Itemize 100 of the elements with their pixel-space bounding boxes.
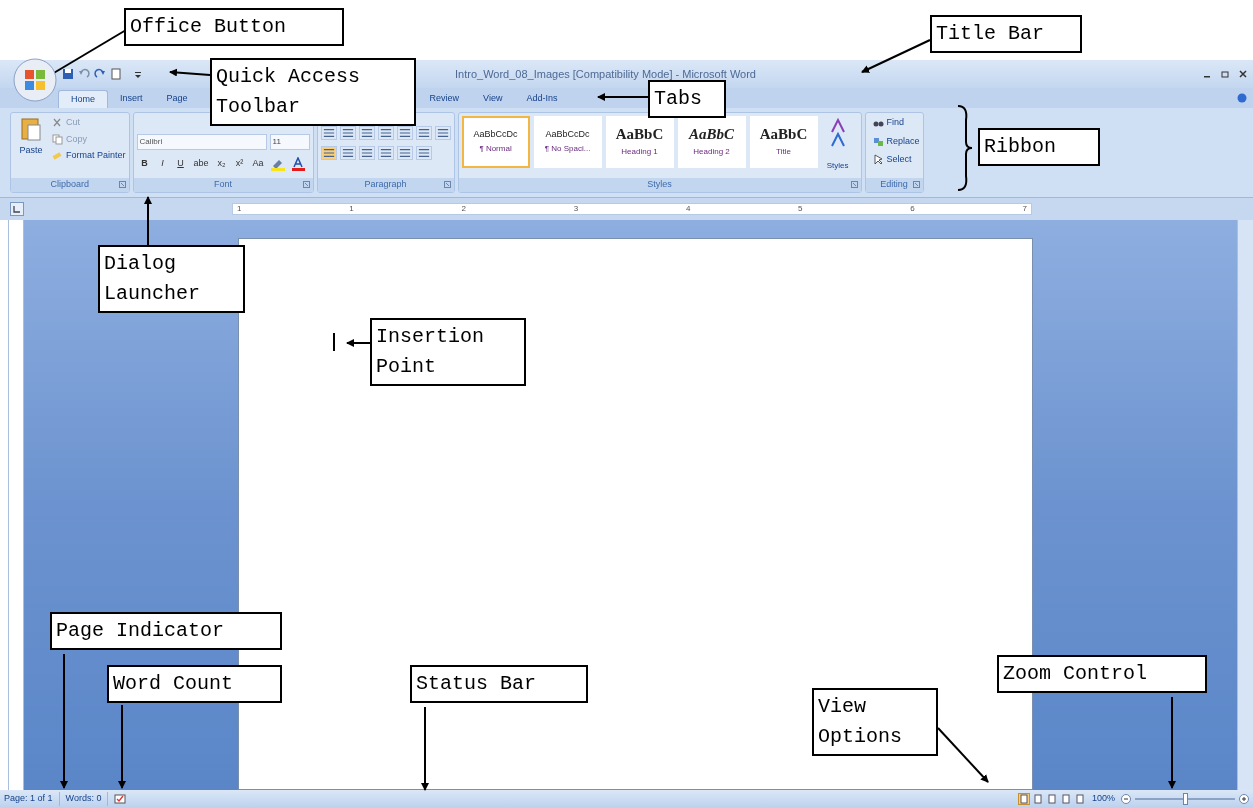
callout-label: Page Indicator xyxy=(50,612,282,650)
style-name: Title xyxy=(776,145,791,158)
callout-label: Ribbon xyxy=(978,128,1100,166)
dialog-launcher-icon[interactable] xyxy=(912,181,920,188)
style-preview: AaBbC xyxy=(615,126,664,142)
callout-label: Tabs xyxy=(648,80,726,118)
style-gallery-item[interactable]: AaBbC Title xyxy=(749,116,818,168)
style-name: Heading 1 xyxy=(621,145,658,158)
page-indicator[interactable]: Page: 1 of 1 xyxy=(4,792,60,806)
vertical-scrollbar[interactable] xyxy=(1237,220,1253,790)
font-color-icon[interactable] xyxy=(290,157,307,171)
ribbon-tab[interactable]: View xyxy=(471,90,515,108)
zoom-level[interactable]: 100% xyxy=(1091,792,1115,806)
ribbon-tab[interactable]: Page xyxy=(154,90,200,108)
redo-icon[interactable] xyxy=(94,68,106,80)
insertion-cursor xyxy=(333,333,335,351)
page-icon[interactable] xyxy=(110,68,122,80)
callout-label: Title Bar xyxy=(930,15,1082,53)
format-button[interactable]: x₂ xyxy=(213,156,230,172)
replace-icon xyxy=(872,135,884,147)
group-label: Font xyxy=(214,178,233,192)
callout-label: Dialog Launcher xyxy=(98,245,245,313)
ruler-number: 4 xyxy=(685,205,691,213)
group-label: Clipboard xyxy=(50,178,90,192)
arrow xyxy=(861,39,931,73)
clipboard-icon xyxy=(20,116,42,142)
arrow xyxy=(169,68,211,77)
callout-label: Office Button xyxy=(124,8,344,46)
style-preview: AaBbC xyxy=(759,126,808,142)
arrow xyxy=(346,339,371,347)
dialog-launcher-icon[interactable] xyxy=(302,181,310,188)
format-button[interactable]: I xyxy=(154,156,171,172)
style-gallery-item[interactable]: AaBbCcDc ¶ No Spaci... xyxy=(533,116,602,168)
find-button[interactable]: Find xyxy=(872,116,920,130)
ruler-number: 5 xyxy=(798,205,803,213)
view-button-icon[interactable] xyxy=(1059,793,1072,805)
style-gallery-item[interactable]: AaBbCcDc ¶ Normal xyxy=(461,116,530,168)
callout-label: Status Bar xyxy=(410,665,588,703)
callout-label: Zoom Control xyxy=(997,655,1207,693)
style-gallery-item[interactable]: AaBbC Heading 1 xyxy=(605,116,674,168)
style-name: ¶ No Spaci... xyxy=(544,142,591,155)
close-icon[interactable] xyxy=(1239,70,1247,78)
paste-button[interactable]: Paste xyxy=(14,116,48,178)
style-preview: AaBbC xyxy=(689,126,735,142)
font-size-field[interactable]: 11 xyxy=(269,134,310,150)
format-button[interactable]: Aa xyxy=(249,156,267,172)
view-button-icon[interactable] xyxy=(1031,793,1044,805)
zoom-in-icon[interactable] xyxy=(1239,794,1249,804)
zoom-slider-thumb[interactable] xyxy=(1183,793,1188,805)
copy-icon xyxy=(52,133,63,145)
style-name: Heading 2 xyxy=(693,145,730,158)
view-button-icon[interactable] xyxy=(1073,793,1086,805)
ruler-number: 6 xyxy=(910,205,915,213)
word-count[interactable]: Words: 0 xyxy=(59,792,109,806)
ruler-number: 1 xyxy=(237,205,242,213)
ribbon-tab[interactable]: Home xyxy=(58,90,108,108)
view-button-icon[interactable] xyxy=(1045,793,1058,805)
group-label: Paragraph xyxy=(364,178,407,192)
change-styles-button[interactable]: Styles xyxy=(817,118,858,178)
scissors-icon xyxy=(52,117,63,129)
replace-button[interactable]: Replace xyxy=(872,134,920,148)
arrow xyxy=(597,93,649,101)
callout-label: Word Count xyxy=(107,665,282,703)
arrow xyxy=(144,196,152,246)
style-preview: AaBbCcDc xyxy=(473,129,518,139)
undo-icon[interactable] xyxy=(78,68,90,80)
ribbon-tab[interactable]: Review xyxy=(417,90,472,108)
callout-label: Quick Access Toolbar xyxy=(210,58,416,126)
dialog-launcher-icon[interactable] xyxy=(850,181,858,188)
ruler-number: 3 xyxy=(573,205,579,213)
group-label: Editing xyxy=(880,178,908,192)
arrow xyxy=(937,727,989,783)
tab-selector-icon[interactable] xyxy=(10,202,24,216)
format-painter-button[interactable]: Format Painter xyxy=(52,149,126,163)
style-name: ¶ Normal xyxy=(479,142,512,155)
dialog-launcher-icon[interactable] xyxy=(443,181,451,188)
format-button[interactable]: x² xyxy=(231,156,248,172)
ruler-number: 7 xyxy=(1022,205,1027,213)
format-button[interactable]: abe xyxy=(190,156,212,172)
ruler-number: 1 xyxy=(349,205,354,213)
select-button[interactable]: Select xyxy=(872,153,920,167)
style-preview: AaBbCcDc xyxy=(545,129,590,139)
save-icon[interactable] xyxy=(62,68,74,80)
font-name-field[interactable]: Calibri xyxy=(136,134,267,150)
window-title: Intro_Word_08_Images [Compatibility Mode] - Microsoft Word xyxy=(455,66,756,82)
group-label: Styles xyxy=(647,178,672,192)
proofing-icon[interactable] xyxy=(114,793,127,805)
format-button[interactable]: B xyxy=(136,156,153,172)
format-button[interactable]: U xyxy=(172,156,189,172)
ribbon-tab[interactable]: Insert xyxy=(108,90,155,108)
dialog-launcher-icon[interactable] xyxy=(118,181,126,188)
pointer-icon xyxy=(872,154,884,166)
view-button-icon[interactable] xyxy=(1017,793,1030,805)
ruler-number: 2 xyxy=(461,205,466,213)
help-icon[interactable] xyxy=(1237,93,1247,103)
zoom-out-icon[interactable] xyxy=(1121,794,1131,804)
callout-label: View Options xyxy=(812,688,938,756)
ribbon-tab[interactable]: Add-Ins xyxy=(514,90,570,108)
style-gallery-item[interactable]: AaBbC Heading 2 xyxy=(677,116,746,168)
restore-icon[interactable] xyxy=(1221,70,1229,78)
